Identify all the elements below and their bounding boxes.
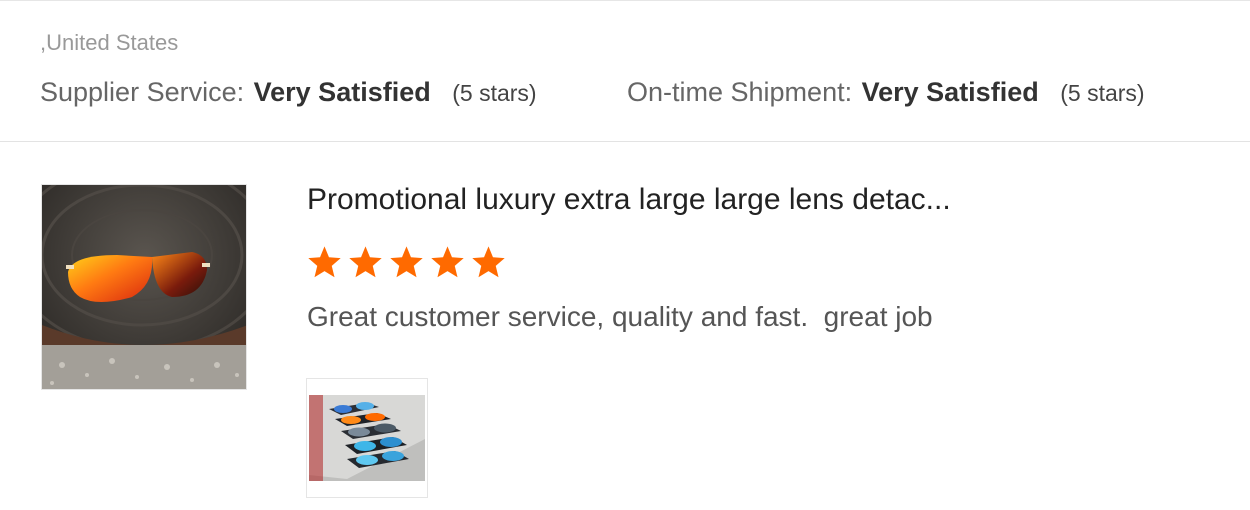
buyer-country: ,United States [40,30,179,55]
review-photo-thumbnail[interactable] [306,378,428,498]
star-icon [349,246,382,278]
star-icon [390,246,423,278]
ontime-shipment-rating: On-time Shipment: Very Satisfied (5 star… [627,77,1145,108]
ontime-shipment-stars: (5 stars) [1060,80,1145,106]
supplier-service-label: Supplier Service: [40,77,245,107]
section-divider [0,141,1250,142]
star-icon [308,246,341,278]
ontime-shipment-label: On-time Shipment: [627,77,853,107]
product-image[interactable] [41,184,247,390]
supplier-service-stars: (5 stars) [452,80,537,106]
supplier-service-rating: Supplier Service: Very Satisfied (5 star… [40,77,537,108]
sunglasses-image-icon [42,185,246,389]
supplier-service-value: Very Satisfied [253,77,431,107]
review-rating-stars [306,244,507,284]
sunglasses-collection-icon [307,379,427,497]
ontime-shipment-value: Very Satisfied [861,77,1039,107]
star-icon [472,246,505,278]
feedback-header: ,United States Supplier Service: Very Sa… [0,1,1250,141]
star-icon [431,246,464,278]
review-comment: Great customer service, quality and fast… [307,301,933,332]
product-title-link[interactable]: Promotional luxury extra large large len… [307,183,1027,217]
